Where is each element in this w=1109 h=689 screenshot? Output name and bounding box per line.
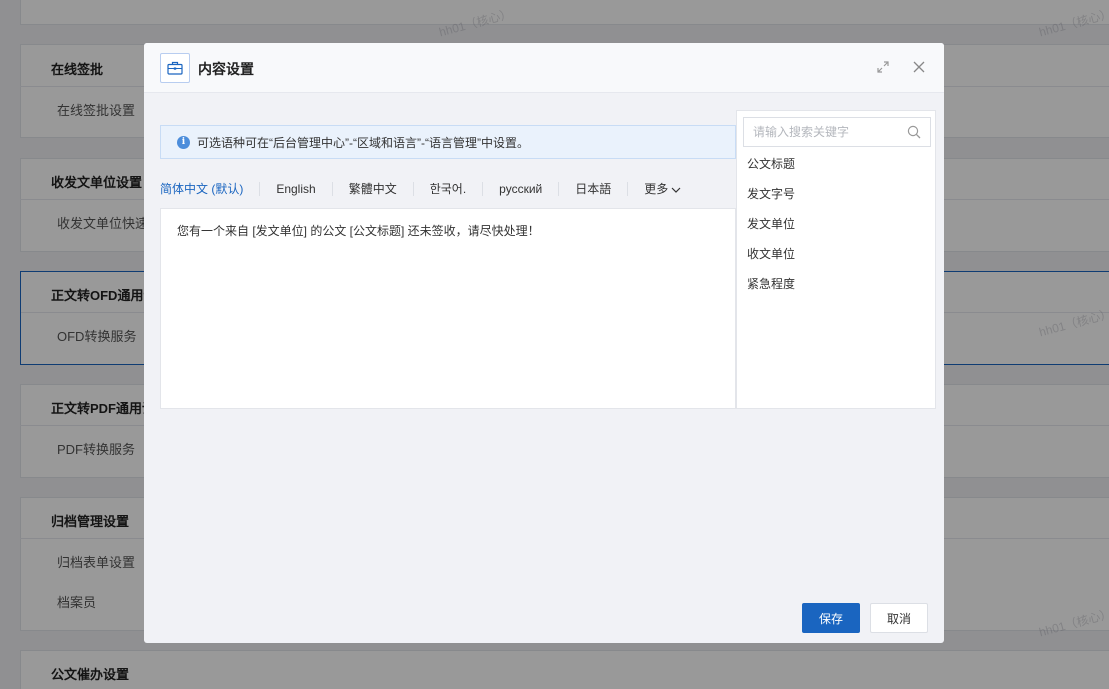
field-list: 公文标题 发文字号 发文单位 收文单位 紧急程度: [747, 156, 795, 306]
tab-korean[interactable]: 한국어.: [412, 182, 482, 196]
search-box: [743, 117, 931, 147]
tab-more-label: 更多: [644, 182, 669, 196]
cancel-button[interactable]: 取消: [870, 603, 928, 633]
search-icon[interactable]: [907, 125, 921, 139]
tab-japanese[interactable]: 日本語: [558, 182, 627, 196]
search-input[interactable]: [744, 118, 904, 146]
briefcase-icon: [160, 53, 190, 83]
maximize-button[interactable]: [875, 59, 891, 75]
tab-zh-cn[interactable]: 简体中文 (默认): [160, 182, 259, 196]
content-settings-dialog: 内容设置 i 可选语种可在“后台管理中心”-“区域和语言”-“语言管理”中设置。…: [144, 43, 944, 643]
expand-icon: [877, 61, 889, 73]
info-icon: i: [177, 135, 190, 149]
dialog-title: 内容设置: [198, 61, 254, 77]
field-item-sender[interactable]: 发文单位: [747, 216, 795, 246]
save-button[interactable]: 保存: [802, 603, 860, 633]
info-text: 可选语种可在“后台管理中心”-“区域和语言”-“语言管理”中设置。: [197, 135, 529, 150]
content-editor[interactable]: 您有一个来自 [发文单位] 的公文 [公文标题] 还未签收，请尽快处理！: [160, 208, 736, 409]
field-item-title[interactable]: 公文标题: [747, 156, 795, 186]
dialog-header: 内容设置: [144, 43, 944, 93]
tab-english[interactable]: English: [259, 182, 331, 196]
field-item-urgency[interactable]: 紧急程度: [747, 276, 795, 306]
tab-russian[interactable]: русский: [482, 182, 558, 196]
chevron-down-icon: [671, 187, 681, 193]
tab-zh-tw[interactable]: 繁體中文: [331, 182, 413, 196]
field-item-doc-number[interactable]: 发文字号: [747, 186, 795, 216]
field-panel: 公文标题 发文字号 发文单位 收文单位 紧急程度: [736, 110, 936, 409]
close-icon: [913, 61, 925, 73]
info-notice: i 可选语种可在“后台管理中心”-“区域和语言”-“语言管理”中设置。: [160, 125, 736, 159]
close-button[interactable]: [911, 59, 927, 75]
language-tabs: 简体中文 (默认) English 繁體中文 한국어. русский 日本語 …: [160, 175, 697, 203]
field-item-receiver[interactable]: 收文单位: [747, 246, 795, 276]
tab-more[interactable]: 更多: [627, 182, 697, 196]
